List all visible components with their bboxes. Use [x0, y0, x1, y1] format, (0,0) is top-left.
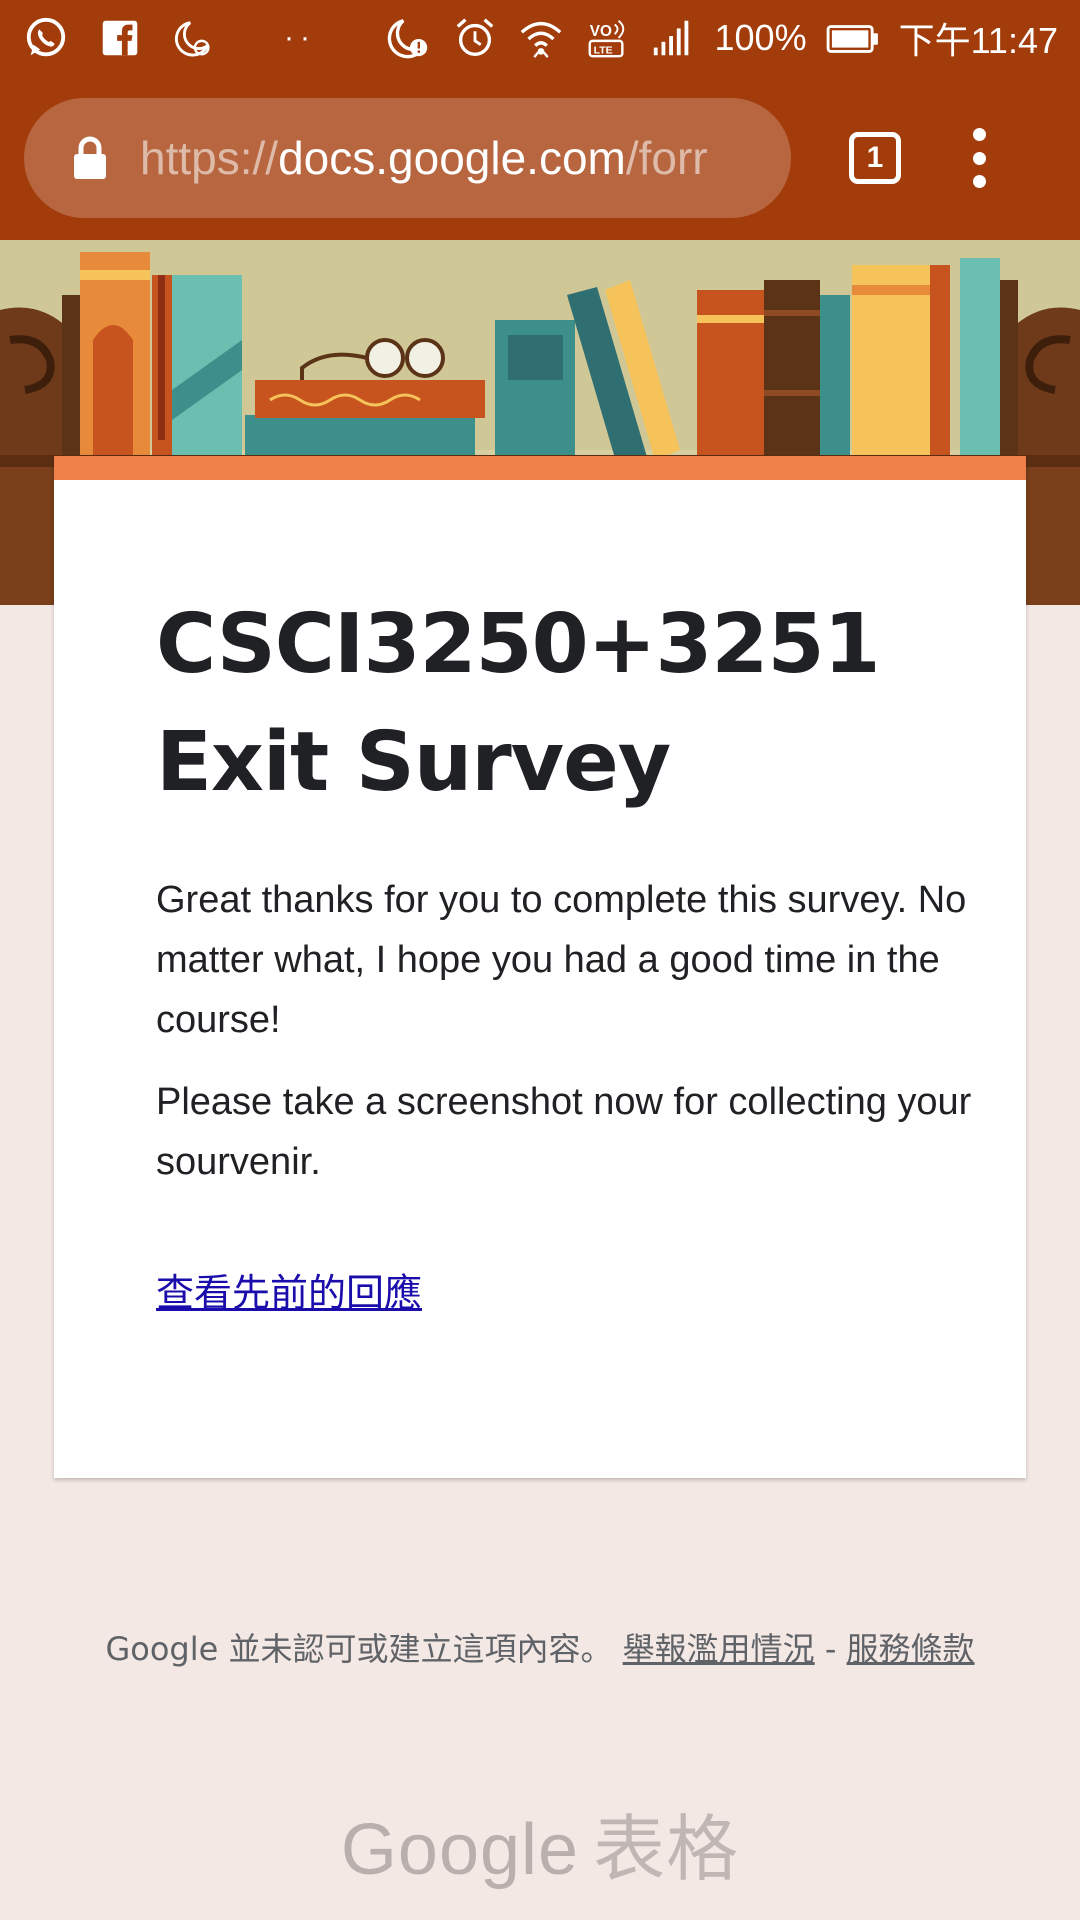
volte-icon: VO LTE [583, 14, 631, 62]
facebook-icon [96, 14, 144, 62]
url-path: /forr [625, 132, 708, 184]
description-paragraph: Great thanks for you to complete this su… [156, 879, 967, 1041]
wifi-icon [517, 14, 565, 62]
status-bar: ·· VO LTE 100% 下午11:47 [0, 0, 1080, 76]
clock: 下午11:47 [898, 20, 1058, 61]
more-notifications-dots: ·· [284, 21, 316, 54]
battery-icon [825, 14, 881, 62]
report-abuse-link[interactable]: 舉報濫用情況 [623, 1630, 815, 1668]
form-card: CSCI3250+3251 Exit Survey Great thanks f… [54, 456, 1026, 1478]
signal-strength-icon [649, 14, 697, 62]
terms-of-service-link[interactable]: 服務條款 [847, 1630, 975, 1668]
url-scheme: https:// [140, 132, 279, 184]
svg-text:VO: VO [589, 23, 611, 40]
moon-alert-icon [385, 14, 433, 62]
address-bar[interactable]: https://docs.google.com/forr [24, 98, 791, 218]
lock-icon [74, 136, 106, 179]
tab-switcher-button[interactable]: 1 [849, 132, 901, 184]
url-host: docs.google.com [278, 132, 626, 184]
form-description: Great thanks for you to complete this su… [156, 870, 976, 1192]
do-not-disturb-moon-icon [170, 14, 218, 62]
view-previous-response-link[interactable]: 查看先前的回應 [156, 1262, 422, 1317]
browser-toolbar: https://docs.google.com/forr 1 [0, 76, 1080, 240]
alarm-icon [451, 14, 499, 62]
svg-text:LTE: LTE [593, 44, 612, 56]
battery-percent: 100% [714, 17, 807, 58]
footer-separator: - [824, 1630, 837, 1668]
whatsapp-icon [22, 14, 70, 62]
overflow-menu-icon[interactable] [969, 128, 989, 188]
description-paragraph: Please take a screenshot now for collect… [156, 1081, 972, 1183]
google-wordmark: Google [340, 1810, 580, 1890]
url-text[interactable]: https://docs.google.com/forr [140, 131, 708, 185]
footer-disclaimer: Google 並未認可或建立這項內容。 [105, 1630, 613, 1668]
card-accent-bar [54, 456, 1026, 480]
forms-product-name: 表格 [593, 1810, 740, 1890]
form-title: CSCI3250+3251 Exit Survey [156, 597, 881, 810]
google-forms-logo[interactable]: Google 表格 [0, 1790, 1080, 1895]
footer: Google 並未認可或建立這項內容。 舉報濫用情況 - 服務條款 [100, 1622, 980, 1676]
